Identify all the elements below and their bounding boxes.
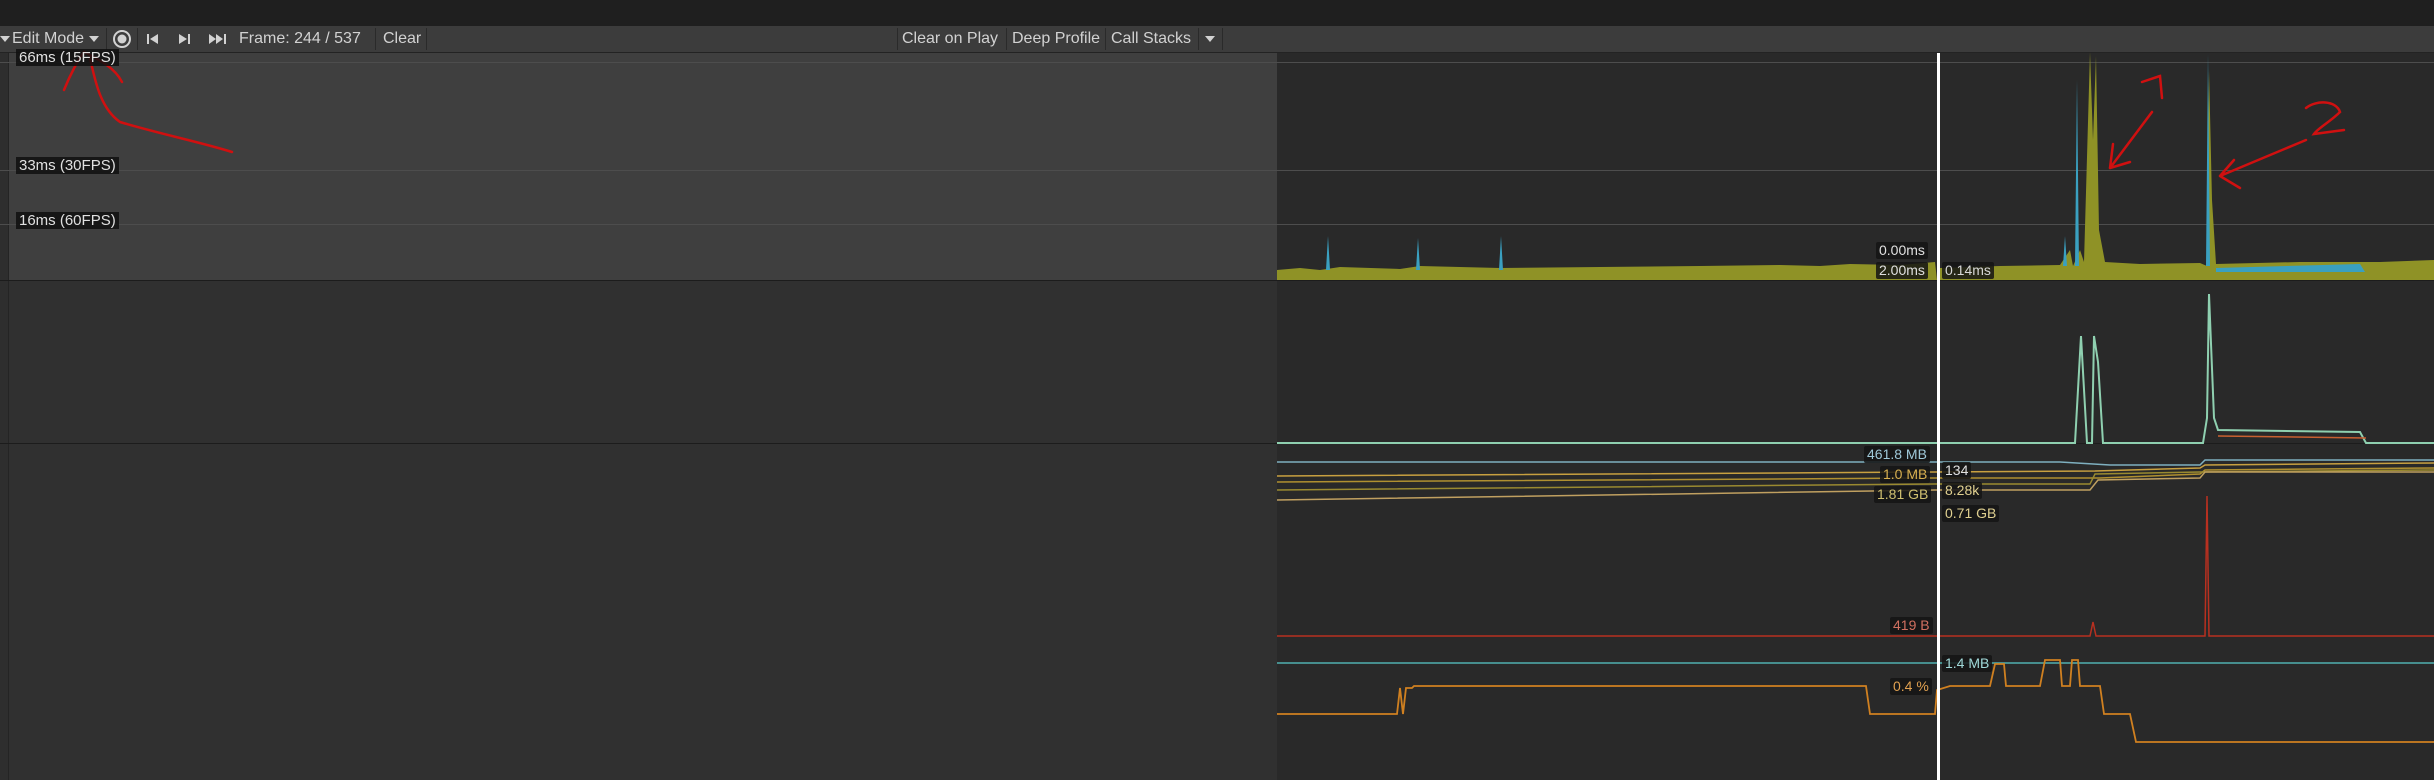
rendering-graph-line [1277, 293, 2434, 444]
audio-line [1277, 495, 2434, 637]
selected-frame-line [1937, 53, 1940, 780]
annotation-arrow-1 [2108, 110, 2154, 170]
axis-label-66ms: 66ms (15FPS) [16, 49, 119, 66]
annotation-number-2 [2304, 101, 2346, 136]
cpu-scripts-area [1277, 52, 2434, 280]
annotation-arrow-2 [2218, 138, 2308, 190]
cpu-readout-right: 0.14ms [1942, 262, 1994, 279]
memory-readout-right-count: 134 [1942, 462, 1972, 479]
memory-readout-right-objects: 8.28k [1942, 482, 1983, 499]
bottom-readout-left: 0.4 % [1890, 678, 1932, 695]
rendering-graph-line-secondary [2217, 435, 2367, 439]
bottom-readout-right: 1.4 MB [1942, 655, 1993, 672]
memory-readout-right-used: 0.71 GB [1942, 505, 2000, 522]
annotation-number-1 [2140, 74, 2164, 100]
profiler-charts [62, 50, 2434, 780]
axis-label-33ms: 33ms (30FPS) [16, 157, 119, 174]
axis-label-16ms: 16ms (60FPS) [16, 212, 119, 229]
audio-readout: 419 B [1890, 617, 1933, 634]
memory-line-used [1276, 471, 2434, 501]
bottom-orange-line [1277, 659, 2434, 743]
memory-readout-gc: 1.0 MB [1880, 466, 1931, 483]
cpu-readout-left-top: 0.00ms [1876, 242, 1928, 259]
cpu-readout-left-bottom: 2.00ms [1876, 262, 1928, 279]
memory-readout-system: 1.81 GB [1874, 486, 1932, 503]
memory-readout-total: 461.8 MB [1864, 446, 1930, 463]
annotation-left-arrow [62, 50, 234, 154]
